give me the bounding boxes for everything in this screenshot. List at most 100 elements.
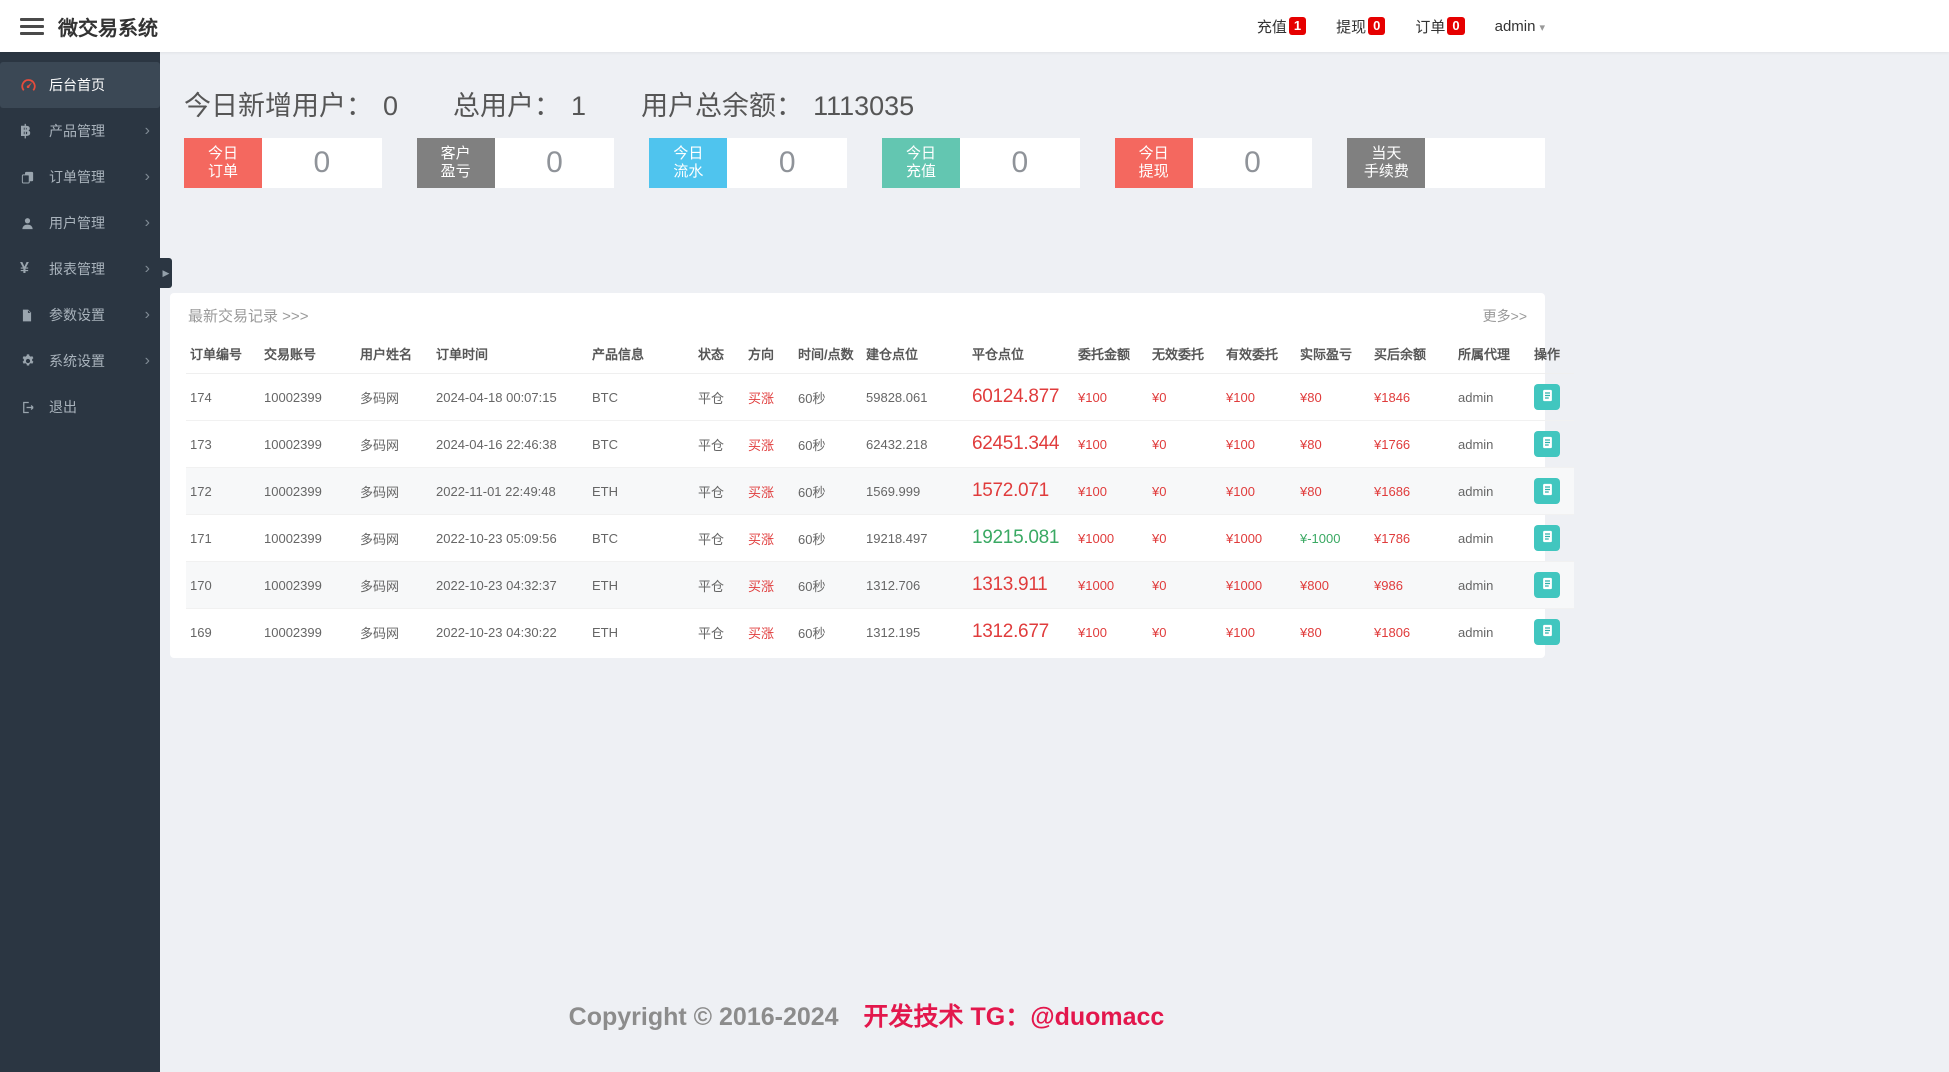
- stat-card-today-withdraw[interactable]: 今日 提现 0: [1114, 138, 1313, 188]
- cell-action: [1530, 467, 1574, 515]
- sidebar-item-reports[interactable]: ¥ 报表管理 ›: [0, 246, 160, 292]
- sidebar-collapse-toggle[interactable]: ▶: [160, 258, 172, 288]
- cell-account: 10002399: [264, 624, 322, 640]
- stat-card-customer-pnl[interactable]: 客户 盈亏 0: [416, 138, 615, 188]
- bitcoin-icon: ฿: [20, 123, 32, 140]
- cell-open: 62432.218: [862, 420, 968, 468]
- stat-card-today-flow[interactable]: 今日 流水 0: [649, 138, 848, 188]
- cell-amount: ¥1000: [1074, 514, 1148, 562]
- cell-direction: 买涨: [748, 625, 775, 641]
- cell-agent: admin: [1454, 420, 1530, 468]
- cell-id: 174: [186, 373, 260, 421]
- header-nav-withdraw[interactable]: 提现 0: [1336, 16, 1386, 37]
- table-body: 174 10002399 多码网 2024-04-18 00:07:15 BTC 平仓 买涨…: [186, 373, 1574, 656]
- cell-account: 10002399: [260, 467, 356, 515]
- stat-card-label: 当天 手续费: [1347, 138, 1426, 188]
- cell-balance: ¥1786: [1370, 514, 1454, 562]
- cell-direction: 买涨: [744, 514, 794, 562]
- stat-card-today-recharge[interactable]: 今日 充值 0: [882, 138, 1080, 188]
- cell-invalid: ¥0: [1148, 467, 1222, 515]
- header-nav-order[interactable]: 订单 0: [1415, 16, 1465, 37]
- cell-invalid: ¥0: [1152, 624, 1167, 640]
- table-row: 172 10002399 多码网 2022-11-01 22:49:48 ETH 平仓 买涨…: [186, 467, 1574, 515]
- cell-id: 172: [186, 467, 260, 515]
- stat-card-value: 0: [494, 138, 615, 188]
- caret-down-icon: ▾: [1539, 21, 1545, 34]
- logout-icon: [20, 400, 42, 415]
- order-detail-button[interactable]: [1534, 572, 1560, 598]
- list-icon: [1540, 529, 1555, 547]
- sidebar-item-system[interactable]: 系统设置 ›: [0, 338, 160, 384]
- order-detail-button[interactable]: [1534, 431, 1560, 457]
- table-row: 169 10002399 多码网 2022-10-23 04:30:22 ETH 平仓 买涨…: [186, 609, 1574, 656]
- cell-balance: ¥1686: [1370, 467, 1454, 515]
- cell-account: 10002399: [260, 420, 356, 468]
- order-detail-button[interactable]: [1534, 525, 1560, 551]
- column-header: 委托金额: [1074, 334, 1148, 374]
- cell-amount: ¥100: [1074, 420, 1148, 468]
- main-content: 今日新增用户： 0 总用户： 1 用户总余额： 1113035 今日 订单 0 客户 盈亏 0 今…: [160, 52, 1949, 1072]
- cell-name: 多码网: [356, 467, 432, 515]
- order-detail-button[interactable]: [1534, 384, 1560, 410]
- sidebar-item-label: 订单管理: [49, 169, 105, 185]
- cell-invalid: ¥0: [1148, 561, 1222, 609]
- sidebar-item-label: 后台首页: [49, 77, 105, 93]
- latest-trades-panel: 最新交易记录 >>> 更多>> 订单编号 交易账号 用户姓名 订单时间 产品信息 状态 方向…: [170, 293, 1574, 658]
- stat-card-label: 客户 盈亏: [416, 138, 495, 188]
- stat-card-today-orders[interactable]: 今日 订单 0: [184, 138, 382, 188]
- header-nav-recharge[interactable]: 充值 1: [1257, 16, 1307, 37]
- chevron-right-icon: ›: [144, 260, 150, 277]
- file-icon: [20, 308, 42, 323]
- chevron-right-icon: ›: [144, 122, 150, 139]
- cell-status: 平仓: [694, 373, 744, 421]
- cell-account: 10002399: [260, 373, 356, 421]
- cell-action: [1530, 420, 1574, 468]
- column-header: 平仓点位: [968, 334, 1074, 374]
- stat-card-value: [1425, 138, 1546, 188]
- admin-dropdown[interactable]: admin ▾: [1495, 18, 1545, 35]
- stat-card-today-fee[interactable]: 当天 手续费: [1347, 138, 1546, 188]
- copy-icon: [20, 170, 42, 185]
- cell-balance: ¥1766: [1370, 420, 1454, 468]
- chevron-right-icon: ›: [144, 168, 150, 185]
- cell-balance: ¥1806: [1374, 624, 1411, 640]
- column-header: 买后余额: [1370, 334, 1454, 374]
- stat-card-value: 0: [727, 138, 848, 188]
- sidebar-item-products[interactable]: ฿ 产品管理 ›: [0, 108, 160, 154]
- user-icon: [20, 216, 42, 231]
- column-header: 订单编号: [186, 334, 260, 374]
- sidebar-item-home[interactable]: 后台首页: [0, 62, 160, 108]
- stat-card-value: 0: [1192, 138, 1313, 188]
- column-header: 所属代理: [1454, 334, 1530, 374]
- cell-close: 62451.344: [968, 420, 1074, 468]
- hamburger-menu-icon[interactable]: [20, 14, 44, 39]
- cell-duration: 60秒: [794, 420, 862, 468]
- cell-amount: ¥100: [1078, 624, 1107, 640]
- summary-stat: 用户总余额： 1113035: [641, 91, 915, 121]
- order-detail-button[interactable]: [1534, 619, 1560, 646]
- cell-balance: ¥986: [1370, 561, 1454, 609]
- sidebar-item-orders[interactable]: 订单管理 ›: [0, 154, 160, 200]
- order-detail-button[interactable]: [1534, 478, 1560, 504]
- more-link[interactable]: 更多>>: [1483, 306, 1527, 326]
- cell-agent: admin: [1454, 514, 1530, 562]
- stat-card-label: 今日 提现: [1114, 138, 1193, 188]
- sidebar-item-params[interactable]: 参数设置 ›: [0, 292, 160, 338]
- cell-time: 2022-11-01 22:49:48: [432, 467, 588, 515]
- cell-time: 2022-10-23 04:32:37: [432, 561, 588, 609]
- summary-stats: 今日新增用户： 0 总用户： 1 用户总余额： 1113035: [184, 84, 1949, 123]
- sidebar-item-label: 产品管理: [49, 123, 105, 139]
- cell-name: 多码网: [356, 373, 432, 421]
- cell-amount: ¥100: [1074, 467, 1148, 515]
- column-header: 无效委托: [1148, 334, 1222, 374]
- table-row: 174 10002399 多码网 2024-04-18 00:07:15 BTC 平仓 买涨…: [186, 373, 1574, 421]
- cell-product: ETH: [588, 467, 694, 515]
- column-header: 时间/点数: [794, 334, 862, 374]
- sidebar-item-logout[interactable]: 退出: [0, 384, 160, 430]
- list-icon: [1540, 576, 1555, 594]
- cell-product: BTC: [588, 373, 694, 421]
- cell-duration: 60秒: [794, 561, 862, 609]
- cell-close: 1312.677: [972, 621, 1049, 643]
- sidebar-menu: 后台首页 ฿ 产品管理 › 订单管理 › 用户管理 › ¥ 报表管理 › 参数设置 › 系统设置 › 退出: [0, 62, 160, 430]
- sidebar-item-users[interactable]: 用户管理 ›: [0, 200, 160, 246]
